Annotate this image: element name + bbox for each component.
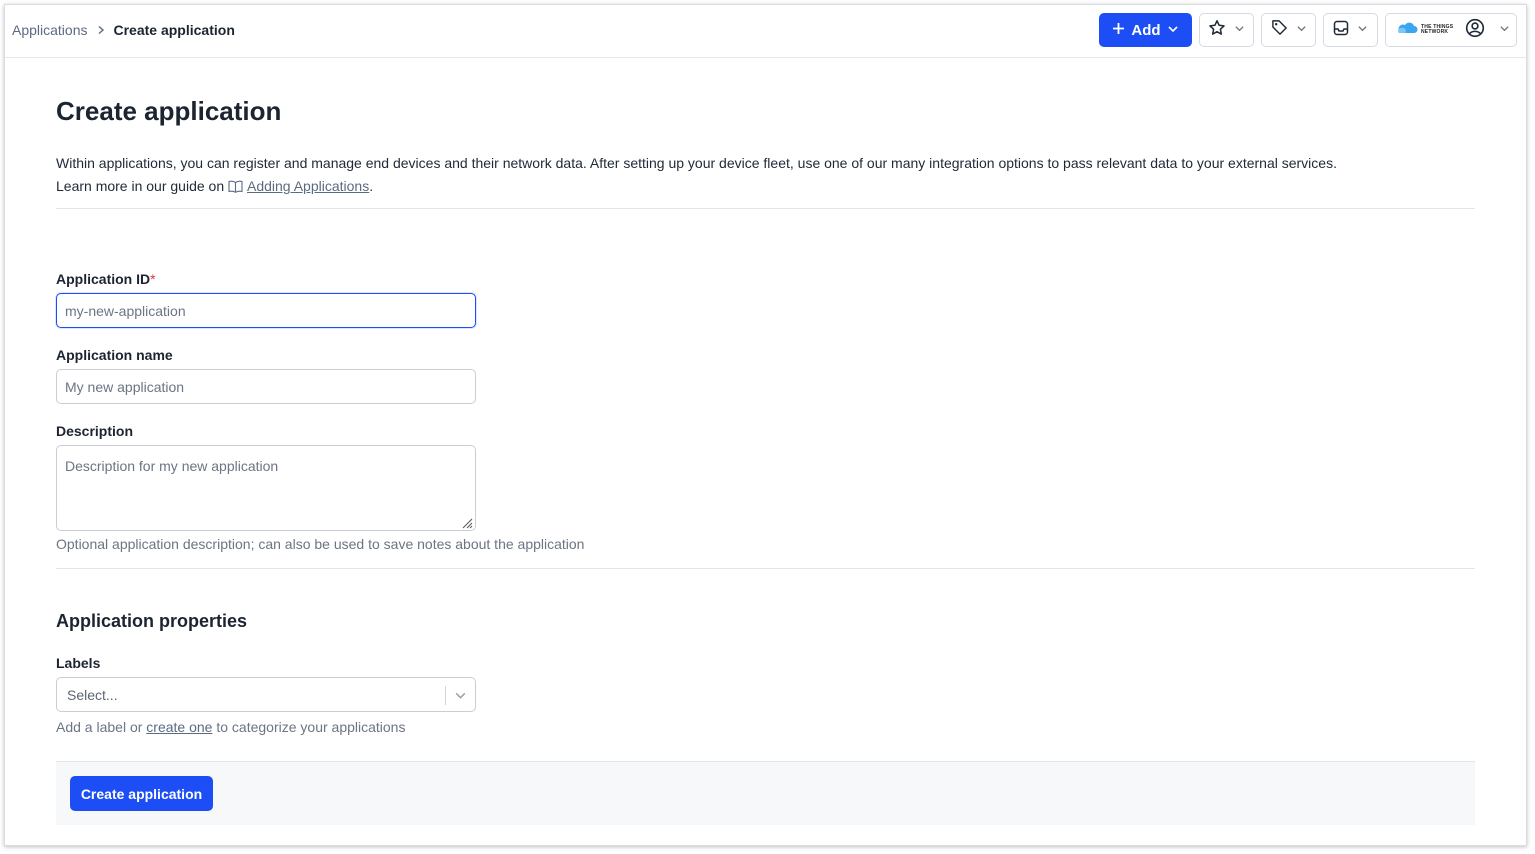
intro-line-2: Learn more in our guide on Adding Applic… — [56, 175, 1456, 200]
labels-hint-suffix: to categorize your applications — [212, 719, 406, 735]
labels-select[interactable]: Select... — [56, 677, 476, 712]
bookmarks-dropdown-button[interactable] — [1199, 13, 1254, 47]
application-properties-title: Application properties — [56, 611, 248, 631]
book-icon — [228, 177, 243, 200]
chevron-down-icon — [1167, 22, 1179, 39]
chevron-down-icon — [1296, 21, 1307, 39]
header-actions: Add THE THINGS NETWORK — [1099, 13, 1517, 47]
adding-applications-link[interactable]: Adding Applications — [247, 178, 369, 194]
brand-wordmark: THE THINGS NETWORK — [1421, 25, 1453, 35]
page-title: Create application — [56, 96, 282, 126]
application-id-label-text: Application ID — [56, 271, 151, 287]
app-window: Applications Create application Add THE … — [4, 4, 1527, 846]
create-application-button[interactable]: Create application — [70, 776, 213, 811]
user-circle-icon — [1465, 18, 1485, 43]
application-id-input[interactable] — [56, 293, 476, 328]
tag-icon — [1271, 19, 1288, 41]
inbox-dropdown-button[interactable] — [1323, 13, 1378, 47]
add-button-label: Add — [1131, 21, 1161, 39]
resize-handle-icon[interactable] — [459, 515, 473, 534]
chevron-down-icon — [1234, 21, 1245, 39]
ttn-logo: THE THINGS NETWORK — [1396, 21, 1453, 39]
application-name-label: Application name — [56, 347, 173, 363]
description-label: Description — [56, 423, 134, 439]
star-icon — [1208, 19, 1226, 42]
divider — [56, 568, 1475, 569]
user-account-dropdown-button[interactable]: THE THINGS NETWORK — [1385, 13, 1517, 47]
notifications-tag-dropdown-button[interactable] — [1261, 13, 1316, 47]
breadcrumb: Applications Create application — [12, 22, 235, 38]
cloud-icon — [1396, 21, 1418, 39]
labels-label: Labels — [56, 655, 101, 671]
labels-hint-prefix: Add a label or — [56, 719, 147, 735]
inbox-icon — [1333, 20, 1349, 41]
application-id-label: Application ID* — [56, 271, 156, 287]
form-submit-bar: Create application — [56, 761, 1475, 825]
chevron-down-icon — [1499, 21, 1510, 39]
add-dropdown-button[interactable]: Add — [1099, 13, 1192, 47]
intro-line-2-prefix: Learn more in our guide on — [56, 178, 228, 194]
brand-line2: NETWORK — [1421, 29, 1449, 35]
chevron-right-icon — [94, 23, 108, 37]
plus-icon — [1112, 22, 1125, 39]
breadcrumb-current: Create application — [113, 22, 235, 38]
chevron-down-icon[interactable] — [454, 689, 467, 707]
divider — [56, 208, 1475, 209]
application-name-input[interactable] — [56, 369, 476, 404]
required-marker: * — [150, 271, 156, 287]
description-textarea[interactable] — [56, 445, 476, 531]
intro-line-1: Within applications, you can register an… — [56, 155, 1337, 171]
description-hint: Optional application description; can al… — [56, 536, 585, 552]
labels-hint: Add a label or create one to categorize … — [56, 719, 405, 735]
intro-line-2-suffix: . — [369, 178, 374, 194]
chevron-down-icon — [1357, 21, 1368, 39]
create-label-link[interactable]: create one — [146, 719, 212, 735]
top-bar: Applications Create application Add THE … — [5, 5, 1526, 58]
breadcrumb-applications-link[interactable]: Applications — [12, 22, 88, 38]
select-separator — [445, 686, 446, 705]
intro-text: Within applications, you can register an… — [56, 152, 1456, 200]
labels-select-placeholder: Select... — [67, 687, 118, 703]
